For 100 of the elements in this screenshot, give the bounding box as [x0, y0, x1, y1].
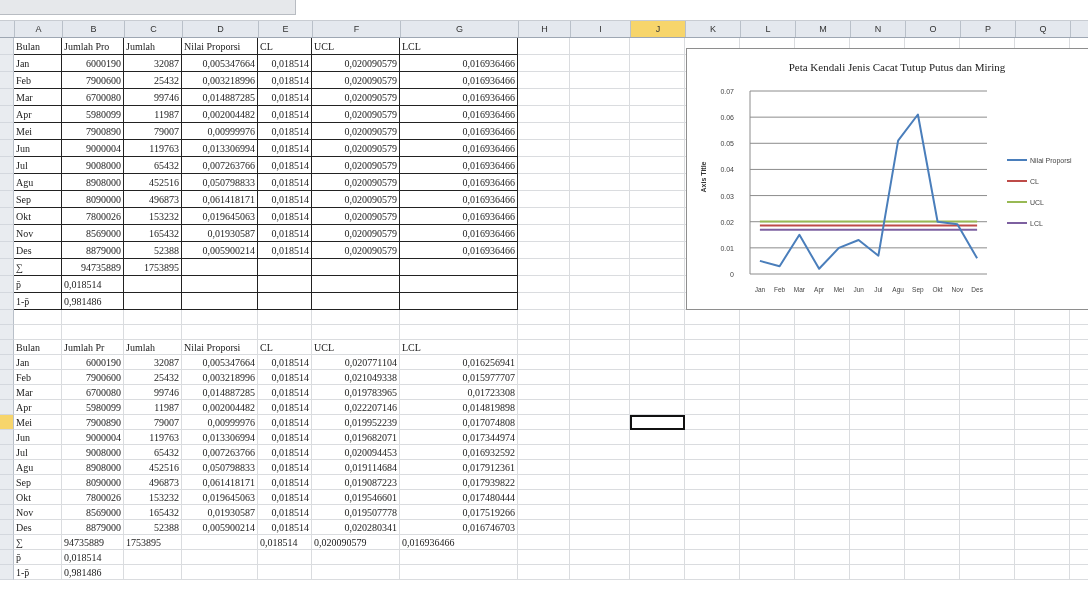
table-cell: 99746 — [124, 385, 182, 400]
row-header[interactable] — [0, 276, 14, 293]
row-header[interactable] — [0, 140, 14, 157]
table-cell: 9008000 — [62, 157, 124, 174]
row-header[interactable] — [0, 520, 14, 535]
table-cell: 7900890 — [62, 123, 124, 140]
empty-cell[interactable] — [258, 293, 312, 310]
row-header[interactable] — [0, 325, 14, 340]
row-header[interactable] — [0, 38, 14, 55]
empty-cell[interactable] — [312, 276, 400, 293]
table-cell: 0,018514 — [258, 140, 312, 157]
row-header[interactable] — [0, 370, 14, 385]
table-cell: 6700080 — [62, 385, 124, 400]
column-heading: Bulan — [14, 340, 62, 355]
table-cell: 0,019682071 — [312, 430, 400, 445]
table-cell: 0,01930587 — [182, 505, 258, 520]
empty-cell[interactable] — [182, 276, 258, 293]
table-cell: 496873 — [124, 191, 182, 208]
row-header[interactable] — [0, 89, 14, 106]
table-cell: 0,019546601 — [312, 490, 400, 505]
row-header[interactable] — [0, 191, 14, 208]
table-cell: 0,017519266 — [400, 505, 518, 520]
table-cell: 165432 — [124, 225, 182, 242]
row-header[interactable] — [0, 123, 14, 140]
row-header[interactable] — [0, 174, 14, 191]
table-cell: 0,019507778 — [312, 505, 400, 520]
column-header[interactable]: J — [631, 21, 686, 37]
empty-cell[interactable] — [400, 276, 518, 293]
table-cell: Mar — [14, 89, 62, 106]
row-header[interactable] — [0, 400, 14, 415]
selected-cell[interactable] — [630, 415, 685, 430]
table-cell: 32087 — [124, 55, 182, 72]
row-header[interactable] — [0, 505, 14, 520]
table-cell: 165432 — [124, 505, 182, 520]
empty-cell[interactable] — [182, 259, 258, 276]
table-cell: 0,007263766 — [182, 157, 258, 174]
empty-cell[interactable] — [400, 293, 518, 310]
empty-cell[interactable] — [124, 276, 182, 293]
table-cell: 7900890 — [62, 415, 124, 430]
table-cell: Jan — [14, 55, 62, 72]
table-cell: 496873 — [124, 475, 182, 490]
empty-cell[interactable] — [400, 259, 518, 276]
table-cell: 0,005347664 — [182, 55, 258, 72]
table-cell: 0,00999976 — [182, 123, 258, 140]
table-cell: 0,020090579 — [312, 123, 400, 140]
table-cell: 0,018514 — [258, 355, 312, 370]
empty-cell[interactable] — [258, 276, 312, 293]
row-header[interactable] — [0, 225, 14, 242]
table-cell: 0,018514 — [62, 550, 124, 565]
table-cell: 0,019645063 — [182, 208, 258, 225]
row-header[interactable] — [0, 430, 14, 445]
table-cell: 0,019087223 — [312, 475, 400, 490]
empty-cell[interactable] — [258, 259, 312, 276]
row-header[interactable] — [0, 445, 14, 460]
table-cell: 1753895 — [124, 535, 182, 550]
table-cell: 0,018514 — [258, 191, 312, 208]
row-header[interactable] — [0, 550, 14, 565]
row-header[interactable] — [0, 310, 14, 325]
table-cell: 0,016936466 — [400, 242, 518, 259]
empty-cell[interactable] — [182, 293, 258, 310]
row-header[interactable] — [0, 355, 14, 370]
table-cell: 0,016936466 — [400, 123, 518, 140]
column-heading: Nilai Proporsi — [182, 38, 258, 55]
row-header[interactable] — [0, 242, 14, 259]
row-header[interactable] — [0, 293, 14, 310]
table-cell: 7900600 — [62, 370, 124, 385]
row-header[interactable] — [0, 415, 14, 430]
table-cell: 7900600 — [62, 72, 124, 89]
empty-cell[interactable] — [124, 293, 182, 310]
table-cell: 0,018514 — [258, 415, 312, 430]
table-cell: 0,005347664 — [182, 355, 258, 370]
table-cell: 0,018514 — [258, 490, 312, 505]
table-cell: 32087 — [124, 355, 182, 370]
table-cell: 0,050798833 — [182, 460, 258, 475]
row-header[interactable] — [0, 340, 14, 355]
row-header[interactable] — [0, 157, 14, 174]
table-cell: Apr — [14, 400, 62, 415]
table-cell: 0,016936466 — [400, 55, 518, 72]
row-header[interactable] — [0, 72, 14, 89]
row-header[interactable] — [0, 490, 14, 505]
empty-cell[interactable] — [312, 293, 400, 310]
row-header[interactable] — [0, 475, 14, 490]
row-header[interactable] — [0, 208, 14, 225]
row-header[interactable] — [0, 385, 14, 400]
row-header[interactable] — [0, 55, 14, 72]
row-header[interactable] — [0, 535, 14, 550]
table-cell: Jul — [14, 445, 62, 460]
table-cell: 7800026 — [62, 208, 124, 225]
formula-bar[interactable] — [0, 0, 296, 15]
row-header[interactable] — [0, 106, 14, 123]
row-header[interactable] — [0, 259, 14, 276]
table-cell: 8090000 — [62, 191, 124, 208]
table-cell: 0,014887285 — [182, 385, 258, 400]
table-cell: 0,016936466 — [400, 174, 518, 191]
table-cell: 11987 — [124, 106, 182, 123]
row-header[interactable] — [0, 460, 14, 475]
table-cell: 0,016936466 — [400, 140, 518, 157]
empty-cell[interactable] — [312, 259, 400, 276]
table-cell: 0,019952239 — [312, 415, 400, 430]
row-header[interactable] — [0, 565, 14, 580]
